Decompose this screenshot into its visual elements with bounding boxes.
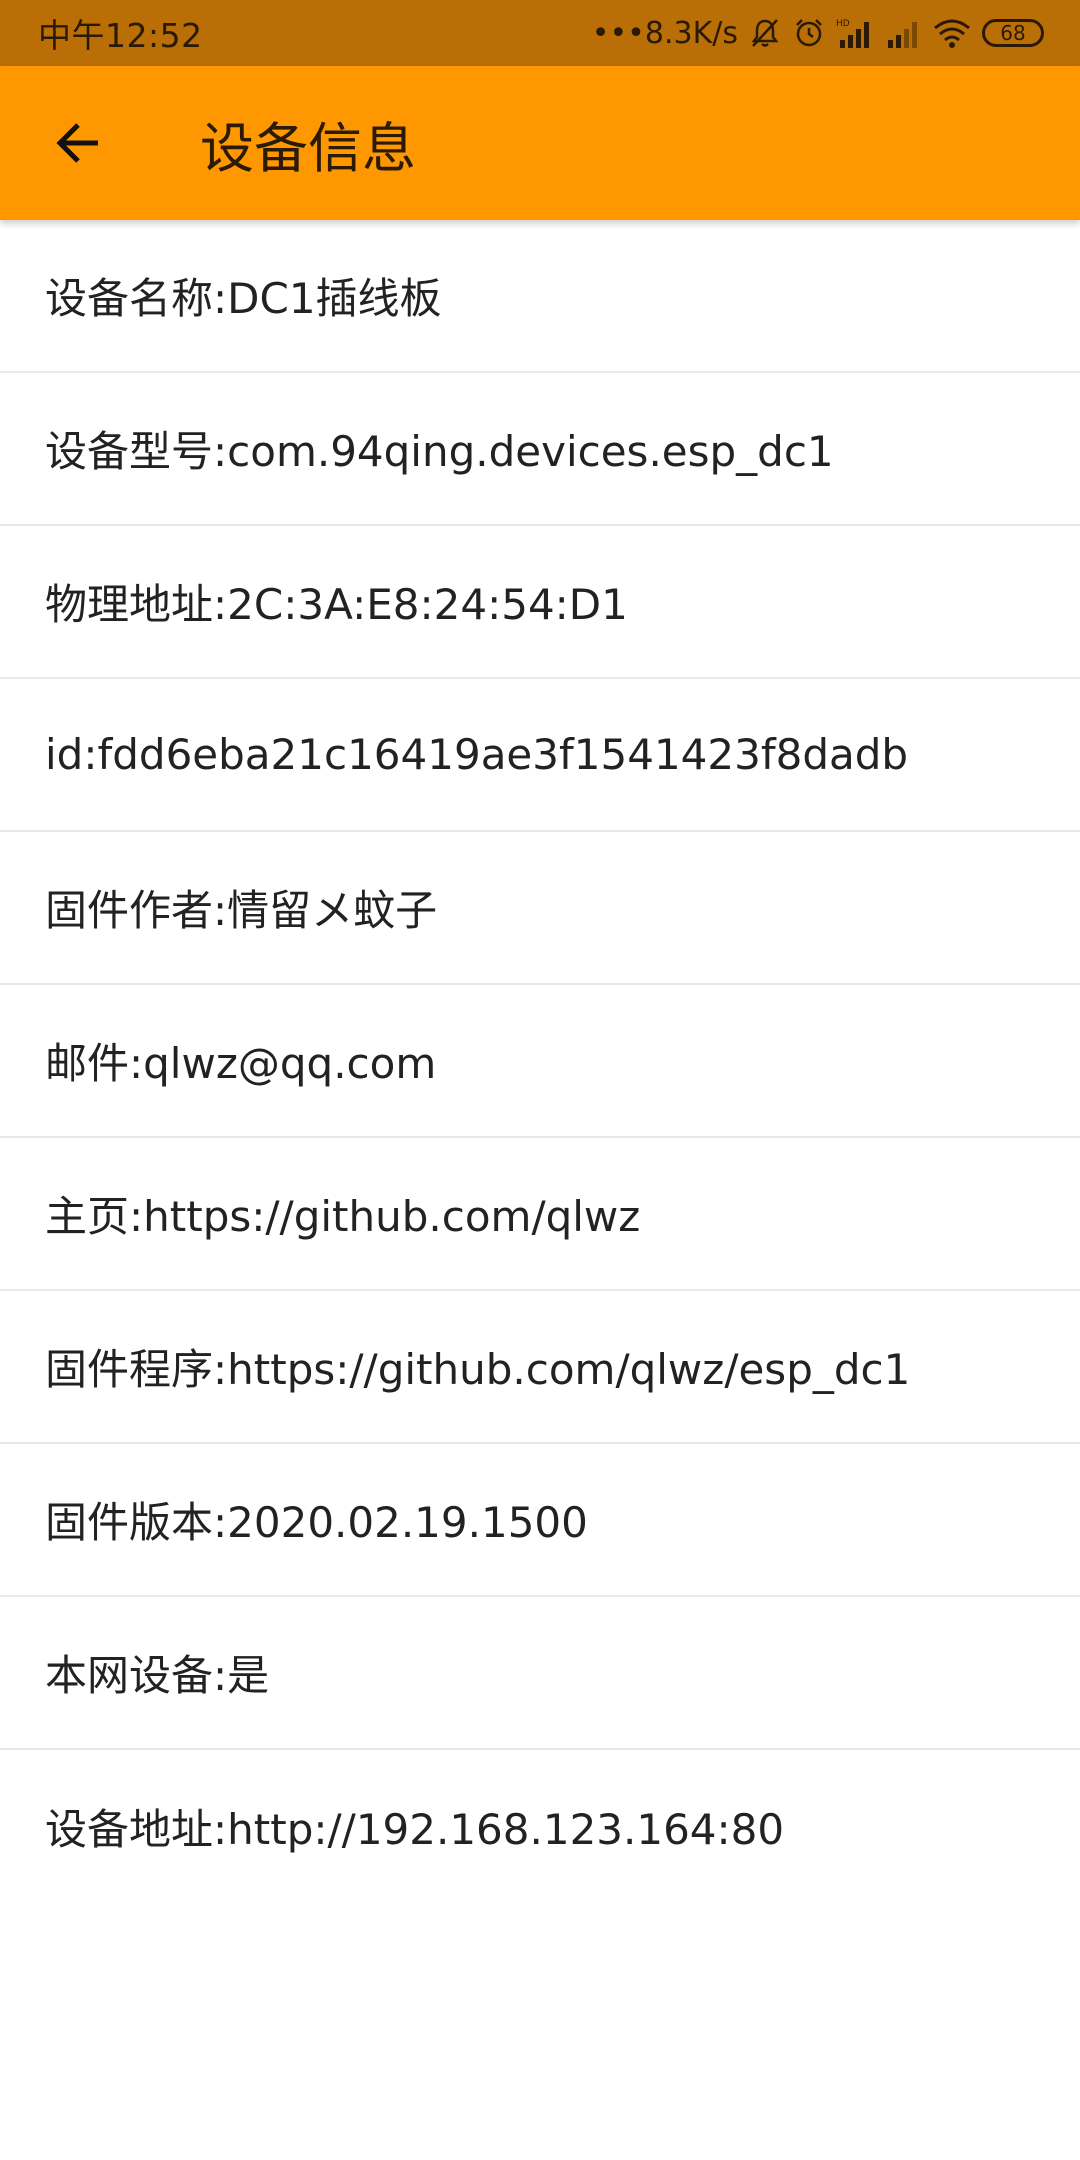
list-item-firmware-author[interactable]: 固件作者:情留メ蚊子	[0, 832, 1080, 985]
list-item-firmware-program[interactable]: 固件程序:https://github.com/qlwz/esp_dc1	[0, 1291, 1080, 1444]
arrow-back-icon	[56, 123, 98, 163]
signal-icon	[886, 16, 922, 50]
hd-signal-icon: HD	[836, 16, 876, 50]
status-time: 中午12:52	[38, 16, 203, 55]
list-item-homepage[interactable]: 主页:https://github.com/qlwz	[0, 1138, 1080, 1291]
wifi-icon	[932, 16, 972, 50]
device-info-list: 设备名称:DC1插线板 设备型号:com.94qing.devices.esp_…	[0, 220, 1080, 1903]
list-item-email[interactable]: 邮件:qlwz@qq.com	[0, 985, 1080, 1138]
status-icons: •••8.3K/s HD 68	[592, 16, 1044, 51]
app-bar: 设备信息	[0, 66, 1080, 220]
network-speed: •••8.3K/s	[591, 15, 738, 51]
svg-text:HD: HD	[836, 19, 850, 29]
back-button[interactable]	[38, 103, 118, 183]
mute-bell-icon	[748, 16, 782, 50]
battery-icon: 68	[982, 19, 1044, 47]
list-item-mac-address[interactable]: 物理地址:2C:3A:E8:24:54:D1	[0, 526, 1080, 679]
alarm-icon	[792, 16, 826, 50]
page-title: 设备信息	[200, 116, 416, 180]
list-item-device-address[interactable]: 设备地址:http://192.168.123.164:80	[0, 1750, 1080, 1903]
list-item-id[interactable]: id:fdd6eba21c16419ae3f1541423f8dadb	[0, 679, 1080, 832]
list-item-device-model[interactable]: 设备型号:com.94qing.devices.esp_dc1	[0, 373, 1080, 526]
list-item-device-name[interactable]: 设备名称:DC1插线板	[0, 220, 1080, 373]
battery-level: 68	[1000, 21, 1026, 45]
list-item-local-device[interactable]: 本网设备:是	[0, 1597, 1080, 1750]
list-item-firmware-version[interactable]: 固件版本:2020.02.19.1500	[0, 1444, 1080, 1597]
status-bar: 中午12:52 •••8.3K/s HD 68	[0, 0, 1080, 66]
